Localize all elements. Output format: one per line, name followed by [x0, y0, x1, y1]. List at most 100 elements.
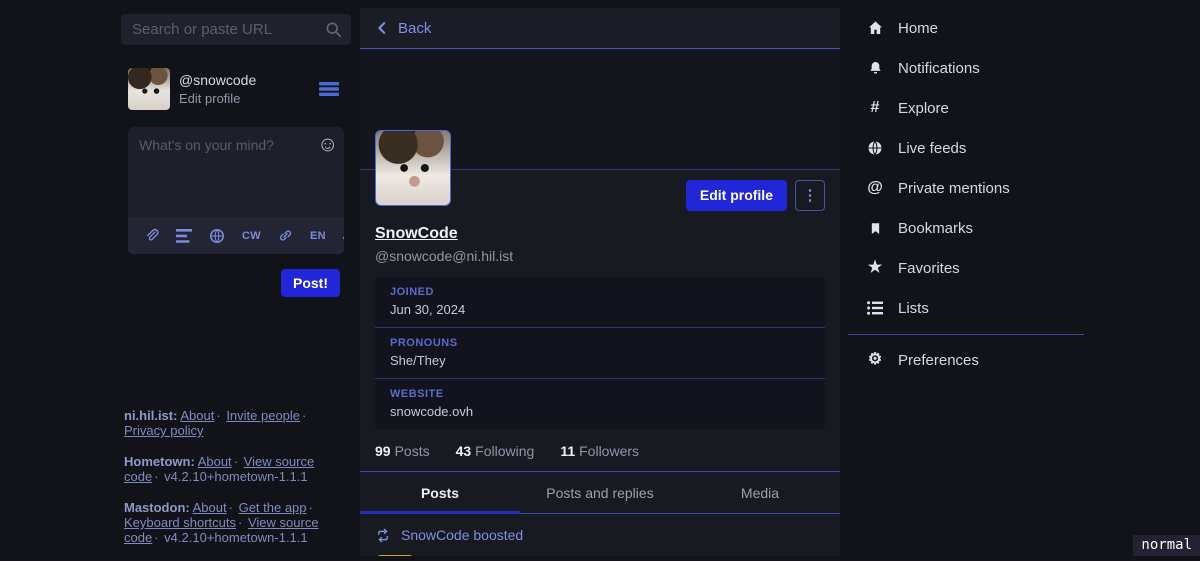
user-avatar[interactable]: [128, 68, 170, 110]
footer-mastodon-version: v4.2.10+hometown-1.1.1: [164, 530, 308, 545]
search-input[interactable]: [121, 14, 351, 45]
footer-hometown-version: v4.2.10+hometown-1.1.1: [164, 469, 308, 484]
separator-dot: ·: [154, 469, 159, 484]
nav-item-lists[interactable]: Lists: [848, 288, 1200, 328]
list-icon: [866, 301, 884, 315]
footer-link-about-mastodon[interactable]: About: [193, 500, 227, 515]
compose-text-area-wrap: ☺: [128, 127, 344, 217]
nav-item-label: Notifications: [898, 59, 980, 77]
field-value: She/They: [390, 353, 446, 368]
footer-link-about-hometown[interactable]: About: [198, 454, 232, 469]
stat-label: Following: [475, 443, 535, 459]
visibility-globe-icon[interactable]: [209, 228, 225, 244]
nav-item-home[interactable]: Home: [848, 8, 1200, 48]
profile-display-name[interactable]: SnowCode: [375, 225, 458, 242]
separator-dot: ·: [228, 500, 233, 515]
field-row-joined: JOINED Jun 30, 2024: [375, 277, 825, 327]
stat-following[interactable]: 43 Following: [456, 443, 535, 459]
content-warning-button[interactable]: CW: [242, 230, 261, 242]
language-button[interactable]: EN: [310, 230, 326, 242]
separator-dot: ·: [308, 500, 313, 515]
kebab-menu-icon[interactable]: ⋮: [795, 179, 825, 211]
profile-avatar[interactable]: [375, 130, 451, 206]
local-only-chain-icon[interactable]: [278, 228, 293, 243]
compose-form: ☺ CW EN 414141: [128, 127, 344, 254]
footer-link-invite-people[interactable]: Invite people: [226, 408, 300, 423]
compose-textarea[interactable]: [128, 127, 344, 217]
compose-column: @snowcode Edit profile ☺ CW EN: [120, 8, 351, 556]
field-label: WEBSITE: [390, 388, 444, 400]
search-bar: [121, 14, 351, 45]
stat-value: 11: [560, 443, 576, 459]
field-value: Jun 30, 2024: [390, 302, 466, 317]
separator-dot: ·: [302, 408, 307, 423]
attach-icon[interactable]: [144, 228, 159, 243]
bookmark-icon: [866, 221, 884, 236]
current-user-row: @snowcode Edit profile: [128, 68, 351, 110]
footer-hometown-label: Hometown:: [124, 454, 195, 469]
profile-stats: 99 Posts 43 Following 11 Followers: [360, 429, 840, 471]
search-icon[interactable]: [325, 21, 342, 38]
nav-item-favorites[interactable]: ★ Favorites: [848, 248, 1200, 288]
nav-item-live-feeds[interactable]: Live feeds: [848, 128, 1200, 168]
footer-link-get-the-app[interactable]: Get the app: [239, 500, 307, 515]
nav-item-notifications[interactable]: Notifications: [848, 48, 1200, 88]
poll-icon[interactable]: [176, 228, 192, 243]
emoji-picker-icon[interactable]: ☺: [317, 134, 338, 155]
column-back-header[interactable]: Back: [360, 8, 840, 49]
footer-instance-line: ni.hil.ist: About · Invite people · Privac…: [124, 408, 350, 438]
browser-mode-indicator: normal: [1133, 535, 1200, 556]
field-label: PRONOUNS: [390, 337, 458, 349]
post-button[interactable]: Post!: [281, 269, 340, 297]
footer-link-privacy-policy[interactable]: Privacy policy: [124, 423, 203, 438]
footer-link-about-instance[interactable]: About: [180, 408, 214, 423]
stat-followers[interactable]: 11 Followers: [560, 443, 639, 459]
nav-item-label: Preferences: [898, 351, 979, 369]
back-label: Back: [398, 19, 432, 37]
at-icon: @: [867, 179, 883, 196]
star-icon: ★: [867, 259, 883, 276]
nav-item-private-mentions[interactable]: @ Private mentions: [848, 168, 1200, 208]
nav-item-preferences[interactable]: ⚙ Preferences: [848, 340, 1200, 380]
boost-notice[interactable]: SnowCode boosted: [360, 514, 840, 552]
field-row-pronouns: PRONOUNS She/They: [375, 327, 825, 378]
stat-label: Followers: [579, 443, 640, 459]
character-counter: 414141: [343, 228, 344, 244]
stat-value: 43: [455, 443, 472, 459]
profile-fields-table: JOINED Jun 30, 2024 PRONOUNS She/They WE…: [375, 277, 825, 429]
navigation-panel: Home Notifications # Explore Live feeds …: [848, 8, 1200, 380]
column-footer: ni.hil.ist: About · Invite people · Privac…: [124, 408, 350, 561]
edit-profile-link[interactable]: Edit profile: [179, 91, 319, 106]
footer-instance-label: ni.hil.ist:: [124, 408, 178, 423]
post-button-row: Post!: [120, 269, 340, 297]
footer-mastodon-line: Mastodon: About · Get the app · Keyboard s…: [124, 500, 350, 545]
bell-icon: [866, 60, 884, 76]
edit-profile-button[interactable]: Edit profile: [685, 179, 787, 211]
user-meta: @snowcode Edit profile: [179, 72, 319, 106]
footer-link-keyboard-shortcuts[interactable]: Keyboard shortcuts: [124, 515, 236, 530]
tab-posts[interactable]: Posts: [360, 472, 520, 514]
globe-icon: [866, 140, 884, 156]
gear-icon: ⚙: [867, 351, 883, 368]
home-icon: [866, 20, 884, 36]
boost-icon: [375, 528, 391, 543]
stat-label: Posts: [394, 443, 430, 459]
menu-icon[interactable]: [319, 81, 339, 97]
stat-posts[interactable]: 99 Posts: [375, 443, 430, 459]
tab-posts-and-replies[interactable]: Posts and replies: [520, 472, 680, 513]
hashtag-icon: #: [870, 99, 880, 116]
boosted-post-row[interactable]: Leaping Six Echo Nov 30, 2024: [360, 552, 840, 556]
user-handle: @snowcode: [179, 72, 257, 88]
field-value-website-link[interactable]: snowcode.ovh: [390, 404, 810, 419]
field-label: JOINED: [390, 286, 434, 298]
footer-mastodon-label: Mastodon:: [124, 500, 190, 515]
tab-media[interactable]: Media: [680, 472, 840, 513]
nav-item-label: Favorites: [898, 259, 960, 277]
separator-dot: ·: [233, 454, 239, 469]
nav-divider: [848, 334, 1084, 335]
profile-full-handle: @snowcode@ni.hil.ist: [375, 248, 514, 264]
nav-item-bookmarks[interactable]: Bookmarks: [848, 208, 1200, 248]
nav-item-explore[interactable]: # Explore: [848, 88, 1200, 128]
stat-value: 99: [375, 443, 391, 459]
nav-item-label: Lists: [898, 299, 929, 317]
